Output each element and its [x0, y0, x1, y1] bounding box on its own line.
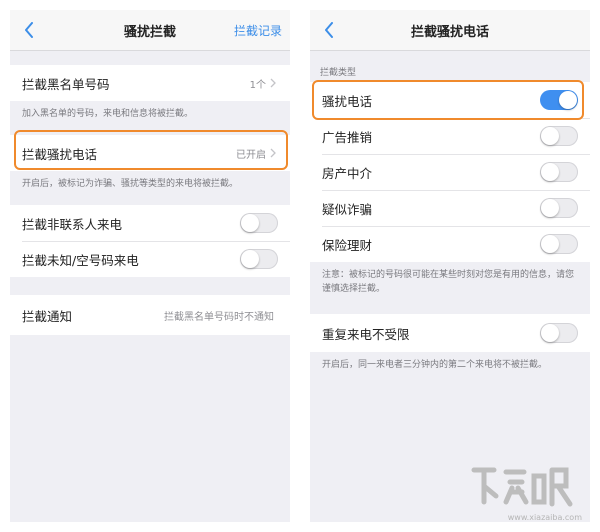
page-title: 骚扰拦截: [123, 24, 176, 40]
left-screen: 骚扰拦截 拦截记录 拦截黑名单号码 1个 加入黑名单的号码，来电和信息将被拦截。…: [10, 10, 290, 522]
blacklist-group: 拦截黑名单号码 1个: [10, 65, 290, 101]
type-label: 广告推销: [322, 129, 373, 145]
types-note: 注意：被标记的号码很可能在某些时刻对您是有用的信息，请您谨慎选择拦截。: [322, 270, 575, 294]
unknown-number-toggle[interactable]: [240, 249, 278, 269]
ads-type-toggle[interactable]: [540, 126, 578, 146]
blacklist-note: 加入黑名单的号码，来电和信息将被拦截。: [22, 109, 194, 119]
type-label: 骚扰电话: [322, 93, 373, 109]
harass-note: 开启后，被标记为诈骗、骚扰等类型的来电将被拦截。: [22, 179, 239, 189]
fraud-type-toggle[interactable]: [540, 198, 578, 218]
back-arrow-icon[interactable]: [20, 18, 38, 42]
non-contact-label: 拦截非联系人来电: [22, 216, 123, 232]
notify-value: 拦截黑名单号码时不通知: [164, 311, 274, 323]
nav-bar: 拦截骚扰电话: [310, 10, 590, 51]
harass-type-toggle[interactable]: [540, 90, 578, 110]
unknown-number-label: 拦截未知/空号码来电: [22, 252, 139, 268]
toggle-knob: [541, 163, 559, 181]
section-header: 拦截类型: [320, 68, 357, 78]
toggle-knob: [241, 214, 259, 232]
harass-status: 已开启: [236, 149, 266, 161]
type-label: 保险理财: [322, 237, 373, 253]
back-arrow-icon[interactable]: [320, 18, 338, 42]
repeat-group: 重复来电不受限: [310, 314, 590, 352]
blacklist-label: 拦截黑名单号码: [22, 76, 110, 92]
repeat-row: 重复来电不受限: [310, 314, 590, 352]
type-label: 疑似诈骗: [322, 201, 373, 217]
harass-group: 拦截骚扰电话 已开启: [10, 135, 290, 171]
repeat-toggle[interactable]: [540, 323, 578, 343]
toggle-group: 拦截非联系人来电 拦截未知/空号码来电: [10, 205, 290, 277]
notify-row[interactable]: 拦截通知 拦截黑名单号码时不通知: [10, 295, 290, 335]
chevron-right-icon: [270, 147, 278, 159]
unknown-number-row: 拦截未知/空号码来电: [10, 241, 290, 277]
harass-row[interactable]: 拦截骚扰电话 已开启: [10, 135, 290, 171]
right-screen: 拦截骚扰电话 拦截类型 骚扰电话 广告推销 房产中介 疑似诈骗 保险理财 注意：…: [310, 10, 590, 522]
nav-bar: 骚扰拦截 拦截记录: [10, 10, 290, 51]
toggle-knob: [241, 250, 259, 268]
toggle-knob: [541, 127, 559, 145]
type-label: 房产中介: [322, 165, 373, 181]
repeat-label: 重复来电不受限: [322, 326, 410, 342]
type-row-ads: 广告推销: [310, 118, 590, 154]
watermark-text: www.xiazaiba.com: [507, 513, 582, 522]
type-row-harass: 骚扰电话: [310, 82, 590, 118]
realestate-type-toggle[interactable]: [540, 162, 578, 182]
watermark-logo: www.xiazaiba.com: [466, 460, 586, 522]
types-group: 骚扰电话 广告推销 房产中介 疑似诈骗 保险理财: [310, 82, 590, 262]
notify-label: 拦截通知: [22, 308, 73, 324]
toggle-knob: [559, 91, 577, 109]
type-row-realestate: 房产中介: [310, 154, 590, 190]
page-title: 拦截骚扰电话: [410, 24, 489, 40]
block-log-link[interactable]: 拦截记录: [234, 22, 282, 39]
chevron-right-icon: [270, 77, 278, 89]
insurance-type-toggle[interactable]: [540, 234, 578, 254]
harass-label: 拦截骚扰电话: [22, 146, 98, 162]
type-row-insurance: 保险理财: [310, 226, 590, 262]
repeat-note: 开启后，同一来电者三分钟内的第二个来电将不被拦截。: [322, 360, 548, 370]
blacklist-row[interactable]: 拦截黑名单号码 1个: [10, 65, 290, 101]
toggle-knob: [541, 324, 559, 342]
notify-group: 拦截通知 拦截黑名单号码时不通知: [10, 295, 290, 335]
toggle-knob: [541, 235, 559, 253]
non-contact-row: 拦截非联系人来电: [10, 205, 290, 241]
blacklist-count: 1个: [249, 79, 266, 91]
type-row-fraud: 疑似诈骗: [310, 190, 590, 226]
toggle-knob: [541, 199, 559, 217]
non-contact-toggle[interactable]: [240, 213, 278, 233]
